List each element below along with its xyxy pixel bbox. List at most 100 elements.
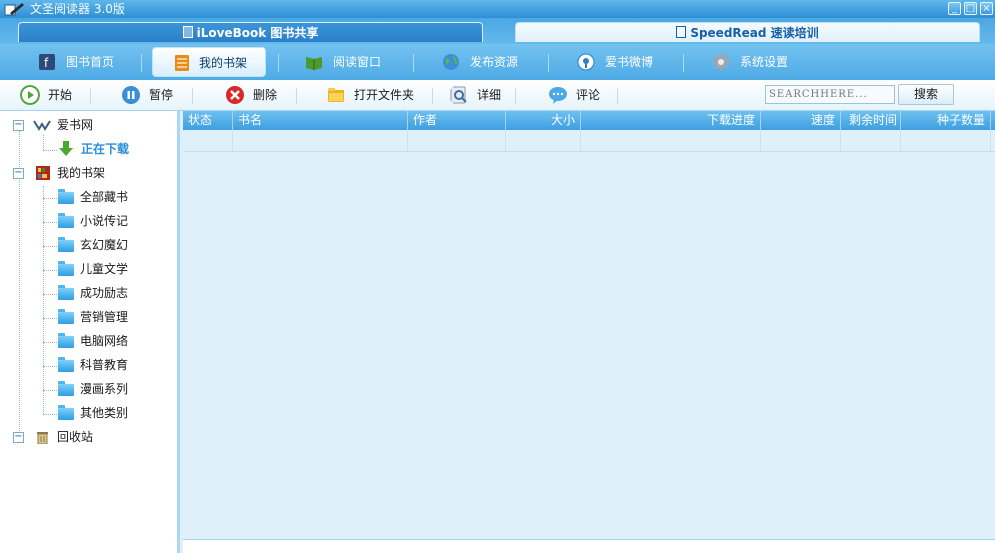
column-header-remaining-time[interactable]: 剩余时间 bbox=[841, 111, 901, 130]
minimize-button[interactable]: _ bbox=[948, 2, 961, 15]
folder-icon bbox=[58, 333, 74, 348]
tab-speedread[interactable]: SpeedRead 速读培训 bbox=[515, 22, 980, 42]
tree-folder-item[interactable]: 电脑网络 bbox=[80, 331, 128, 351]
play-icon bbox=[20, 85, 40, 105]
globe-icon bbox=[443, 54, 459, 70]
table-row[interactable] bbox=[183, 130, 995, 152]
tree-expander[interactable]: − bbox=[13, 120, 24, 131]
pause-button[interactable]: 暂停 bbox=[121, 84, 181, 106]
table-cell bbox=[408, 130, 506, 151]
tree-expander[interactable]: − bbox=[13, 168, 24, 179]
top-tab-bar: iLoveBook 图书共享 SpeedRead 速读培训 bbox=[0, 18, 995, 44]
close-button[interactable]: × bbox=[980, 2, 993, 15]
tree-folder-item[interactable]: 营销管理 bbox=[80, 307, 128, 327]
nav-label: 爱书微博 bbox=[605, 55, 654, 69]
tree-folder-item[interactable]: 漫画系列 bbox=[80, 379, 128, 399]
column-header-seed-count[interactable]: 种子数量 bbox=[901, 111, 991, 130]
table-cell bbox=[233, 130, 408, 151]
book-home-icon: f bbox=[39, 54, 55, 70]
tree-folder-item[interactable]: 其他类别 bbox=[80, 403, 128, 423]
nav-divider bbox=[548, 54, 549, 72]
gear-icon bbox=[712, 53, 730, 71]
folder-icon bbox=[58, 285, 74, 300]
nav-label: 发布资源 bbox=[470, 55, 519, 69]
search-button[interactable]: 搜索 bbox=[898, 84, 954, 105]
tree-folder-item[interactable]: 小说传记 bbox=[80, 211, 128, 231]
column-header-speed[interactable]: 速度 bbox=[761, 111, 841, 130]
nav-bookshelf[interactable]: 我的书架 bbox=[152, 47, 266, 77]
nav-reading-window[interactable]: 阅读窗口 bbox=[305, 47, 395, 77]
tree-line bbox=[43, 294, 57, 295]
tree-folder-item[interactable]: 科普教育 bbox=[80, 355, 128, 375]
pause-label: 暂停 bbox=[149, 88, 174, 102]
folder-icon bbox=[58, 189, 74, 204]
toolbar: 开始 暂停 删除 打开文件夹 详细 评论 搜索 bbox=[0, 80, 995, 111]
tree-line bbox=[43, 135, 44, 150]
tab-label: iLoveBook 图书共享 bbox=[196, 26, 319, 40]
tree-folder-item[interactable]: 玄幻魔幻 bbox=[80, 235, 128, 255]
column-header-status[interactable]: 状态 bbox=[183, 111, 233, 130]
nav-label: 我的书架 bbox=[199, 56, 248, 70]
detail-button[interactable]: 详细 bbox=[449, 84, 509, 106]
tree-expander[interactable]: − bbox=[13, 432, 24, 443]
nav-divider bbox=[683, 54, 684, 72]
delete-button[interactable]: 删除 bbox=[225, 84, 285, 106]
tree-line bbox=[43, 318, 57, 319]
window-title: 文圣阅读器 3.0版 bbox=[30, 2, 125, 16]
list-header: 状态 书名 作者 大小 下载进度 速度 剩余时间 种子数量 bbox=[183, 111, 995, 130]
column-header-title[interactable]: 书名 bbox=[233, 111, 408, 130]
tree-line bbox=[43, 270, 57, 271]
sidebar-tree: − 爱书网 正在下载 − 我的书架 全部藏书 小说传记 玄幻魔幻 儿童文学 成功… bbox=[0, 111, 180, 553]
open-folder-button[interactable]: 打开文件夹 bbox=[326, 84, 418, 106]
document-icon bbox=[182, 26, 193, 38]
table-cell bbox=[581, 130, 761, 151]
tree-line bbox=[43, 246, 57, 247]
pause-icon bbox=[122, 86, 140, 104]
open-folder-label: 打开文件夹 bbox=[354, 88, 415, 102]
table-cell bbox=[901, 130, 991, 151]
open-book-icon bbox=[306, 57, 322, 70]
tree-node-label: 爱书网 bbox=[57, 118, 94, 132]
nav-system-settings[interactable]: 系统设置 bbox=[712, 47, 802, 77]
tree-folder-item[interactable]: 全部藏书 bbox=[80, 187, 128, 207]
table-cell bbox=[761, 130, 841, 151]
download-list: 状态 书名 作者 大小 下载进度 速度 剩余时间 种子数量 bbox=[180, 111, 995, 553]
nav-publish-resources[interactable]: 发布资源 bbox=[442, 47, 532, 77]
comment-label: 评论 bbox=[576, 88, 601, 102]
nav-book-home[interactable]: f 图书首页 bbox=[38, 47, 128, 77]
comment-icon bbox=[549, 87, 567, 104]
download-arrow-icon bbox=[59, 141, 73, 156]
toolbar-divider bbox=[90, 88, 91, 104]
nav-label: 系统设置 bbox=[740, 55, 789, 69]
folder-icon bbox=[58, 357, 74, 372]
nav-label: 阅读窗口 bbox=[333, 55, 382, 69]
maximize-button[interactable]: □ bbox=[964, 2, 977, 15]
tab-ilovebook[interactable]: iLoveBook 图书共享 bbox=[18, 22, 483, 42]
tree-line bbox=[43, 222, 57, 223]
status-bar bbox=[183, 539, 995, 553]
tree-line bbox=[43, 150, 57, 151]
comment-button[interactable]: 评论 bbox=[548, 84, 608, 106]
delete-label: 删除 bbox=[253, 88, 278, 102]
start-label: 开始 bbox=[48, 88, 73, 102]
detail-icon bbox=[450, 86, 467, 104]
tree-node-label: 我的书架 bbox=[57, 166, 106, 180]
folder-icon bbox=[58, 381, 74, 396]
column-header-size[interactable]: 大小 bbox=[506, 111, 581, 130]
tree-folder-item[interactable]: 成功励志 bbox=[80, 283, 128, 303]
tab-label: SpeedRead 速读培训 bbox=[690, 26, 819, 40]
column-header-author[interactable]: 作者 bbox=[408, 111, 506, 130]
search-input[interactable] bbox=[765, 85, 895, 104]
toolbar-divider bbox=[192, 88, 193, 104]
document-icon bbox=[676, 26, 687, 38]
tree-node-label: 正在下载 bbox=[81, 142, 130, 156]
nav-microblog[interactable]: 爱书微博 bbox=[577, 47, 667, 77]
tree-line bbox=[43, 342, 57, 343]
start-button[interactable]: 开始 bbox=[20, 84, 80, 106]
tree-line bbox=[43, 366, 57, 367]
app-logo-icon bbox=[4, 3, 24, 16]
column-header-progress[interactable]: 下载进度 bbox=[581, 111, 761, 130]
nav-label: 图书首页 bbox=[66, 55, 115, 69]
tree-folder-item[interactable]: 儿童文学 bbox=[80, 259, 128, 279]
toolbar-divider bbox=[617, 88, 618, 104]
